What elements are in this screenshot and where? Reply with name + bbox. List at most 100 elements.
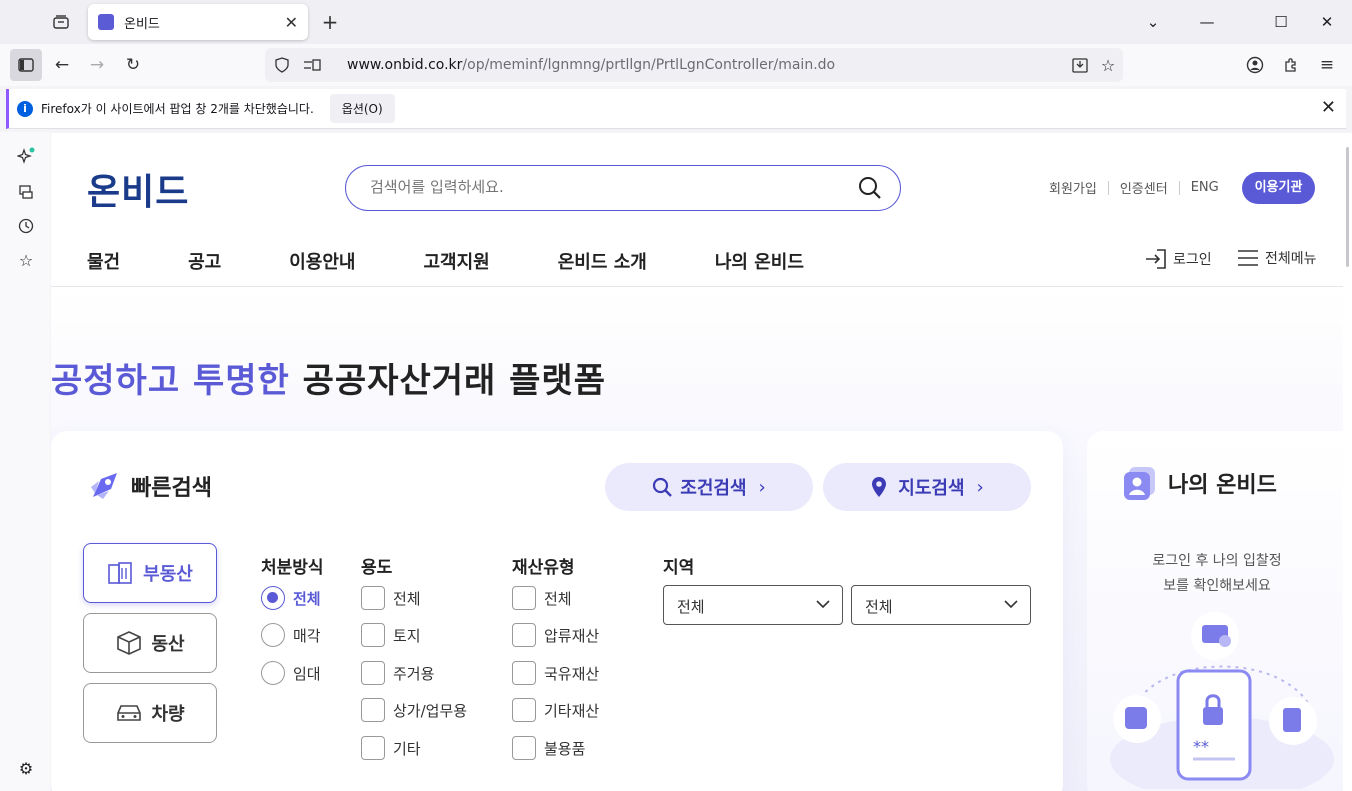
nav-item-support[interactable]: 고객지원 — [424, 248, 490, 274]
history-icon[interactable] — [16, 216, 36, 236]
login-link[interactable]: 로그인 — [1144, 248, 1212, 270]
radio-button[interactable] — [261, 661, 285, 685]
nav-item-items[interactable]: 물건 — [87, 248, 120, 274]
divider — [1107, 180, 1109, 195]
settings-gear-icon[interactable]: ⚙ — [16, 758, 36, 778]
checkbox[interactable] — [361, 661, 385, 685]
asset-type-option[interactable]: 국유재산 — [512, 661, 599, 685]
checkbox[interactable] — [512, 623, 536, 647]
my-onbid-title: 나의 온비드 — [1123, 465, 1277, 501]
svg-text:**: ** — [1193, 737, 1209, 756]
tab-title: 온비드 — [124, 16, 160, 32]
close-notification-icon[interactable]: ✕ — [1321, 97, 1336, 118]
login-icon — [1146, 249, 1166, 269]
region-select-city[interactable]: 전체 — [851, 585, 1031, 625]
condition-search-button[interactable]: 조건검색 › — [605, 463, 813, 511]
category-vehicle-button[interactable]: 차량 — [83, 683, 217, 743]
maximize-icon[interactable]: ☐ — [1266, 8, 1296, 36]
menu-icon[interactable]: ≡ — [1311, 49, 1343, 81]
checkbox[interactable] — [361, 736, 385, 760]
download-icon[interactable] — [1071, 56, 1089, 74]
info-icon: i — [17, 100, 33, 117]
page-scrollbar[interactable] — [1343, 133, 1352, 791]
search-box — [345, 165, 901, 211]
hamburger-icon — [1238, 250, 1258, 266]
close-window-icon[interactable]: ✕ — [1312, 8, 1342, 36]
region-title: 지역 — [663, 558, 695, 578]
main-nav: 물건 공고 이용안내 고객지원 온비드 소개 나의 온비드 — [87, 248, 872, 274]
bookmark-star-icon[interactable]: ☆ — [1099, 56, 1117, 75]
shield-icon[interactable] — [273, 56, 291, 74]
scrollbar-thumb[interactable] — [1346, 147, 1349, 267]
signup-link[interactable]: 회원가입 — [1049, 178, 1097, 197]
checkbox[interactable] — [512, 698, 536, 722]
usage-option[interactable]: 토지 — [361, 623, 421, 647]
nav-item-notice[interactable]: 공고 — [188, 248, 221, 274]
bookmarks-icon[interactable]: ☆ — [16, 250, 36, 270]
category-movable-button[interactable]: 동산 — [83, 613, 217, 673]
checkbox[interactable] — [361, 586, 385, 610]
all-menu-label: 전체메뉴 — [1265, 251, 1317, 267]
map-search-button[interactable]: 지도검색 › — [823, 463, 1031, 511]
radio-button[interactable] — [261, 586, 285, 610]
asset-type-option[interactable]: 불용품 — [512, 736, 585, 760]
permissions-icon[interactable] — [303, 56, 321, 74]
onbid-logo[interactable]: 온비드 — [87, 163, 189, 215]
checkbox[interactable] — [361, 698, 385, 722]
asset-type-option[interactable]: 전체 — [512, 586, 572, 610]
synced-tabs-icon[interactable] — [16, 182, 36, 202]
forward-icon[interactable]: → — [81, 49, 113, 81]
usage-option[interactable]: 기타 — [361, 736, 421, 760]
divider — [1178, 180, 1180, 195]
sidebar-toggle-icon[interactable] — [10, 49, 42, 81]
asset-type-title: 재산유형 — [512, 558, 575, 578]
region-select-province[interactable]: 전체 — [663, 585, 843, 625]
tab-list-icon[interactable] — [48, 10, 74, 34]
usage-option[interactable]: 전체 — [361, 586, 421, 610]
chevron-down-icon[interactable]: ⌄ — [1138, 8, 1168, 36]
agency-button[interactable]: 이용기관 — [1242, 172, 1315, 204]
my-onbid-description: 로그인 후 나의 입찰정 보를 확인해보세요 — [1152, 553, 1282, 594]
popup-blocked-notification: i Firefox가 이 사이트에서 팝업 창 2개를 차단했습니다. 옵션(O… — [6, 89, 1346, 129]
english-link[interactable]: ENG — [1191, 180, 1219, 195]
chevron-right-icon: › — [976, 476, 984, 498]
search-icon[interactable] — [858, 176, 882, 200]
checkbox[interactable] — [512, 661, 536, 685]
all-menu-button[interactable]: 전체메뉴 — [1237, 248, 1317, 268]
radio-button[interactable] — [261, 623, 285, 647]
disposal-option[interactable]: 매각 — [261, 623, 321, 647]
nav-item-about[interactable]: 온비드 소개 — [558, 248, 647, 274]
rocket-icon — [91, 473, 117, 499]
nav-item-my-onbid[interactable]: 나의 온비드 — [715, 248, 804, 274]
search-input[interactable] — [370, 178, 830, 196]
login-illustration: ** — [1110, 612, 1334, 789]
category-real-estate-button[interactable]: 부동산 — [83, 543, 217, 603]
back-icon[interactable]: ← — [46, 49, 78, 81]
usage-option[interactable]: 주거용 — [361, 661, 434, 685]
account-icon[interactable] — [1239, 49, 1271, 81]
chevron-down-icon — [1004, 600, 1018, 609]
reload-icon[interactable]: ↻ — [117, 49, 149, 81]
disposal-option[interactable]: 임대 — [261, 661, 321, 685]
nav-item-guide[interactable]: 이용안내 — [289, 248, 355, 274]
asset-type-option[interactable]: 기타재산 — [512, 698, 599, 722]
tab-onbid[interactable]: 온비드 ✕ — [88, 4, 308, 40]
asset-type-option[interactable]: 압류재산 — [512, 623, 599, 647]
minimize-icon[interactable]: — — [1192, 8, 1222, 36]
url-bar[interactable]: www.onbid.co.kr/op/meminf/lgnmng/prtllgn… — [265, 48, 1123, 82]
my-onbid-card: 나의 온비드 로그인 후 나의 입찰정 보를 확인해보세요 ** — [1087, 431, 1343, 791]
utility-links: 회원가입 인증센터 ENG — [1049, 178, 1219, 197]
map-pin-icon — [872, 477, 887, 497]
usage-option[interactable]: 상가/업무용 — [361, 698, 467, 722]
extensions-icon[interactable] — [1275, 49, 1307, 81]
checkbox[interactable] — [512, 736, 536, 760]
new-tab-icon[interactable]: + — [318, 10, 342, 34]
ai-chat-icon[interactable] — [16, 146, 36, 166]
checkbox[interactable] — [512, 586, 536, 610]
cert-center-link[interactable]: 인증센터 — [1120, 178, 1168, 197]
checkbox[interactable] — [361, 623, 385, 647]
notification-message: Firefox가 이 사이트에서 팝업 창 2개를 차단했습니다. — [41, 102, 314, 116]
close-tab-icon[interactable]: ✕ — [285, 13, 298, 32]
options-button[interactable]: 옵션(O) — [329, 94, 395, 123]
disposal-option[interactable]: 전체 — [261, 586, 321, 610]
